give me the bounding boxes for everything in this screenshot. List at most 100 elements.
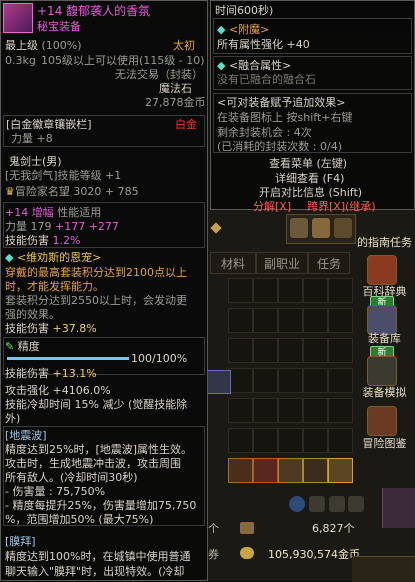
guide-quest-text[interactable]: 的指南任务 <box>357 236 412 249</box>
adventure-guide-button[interactable]: 冒险图鉴 <box>354 435 415 451</box>
skill-damage-label: 技能伤害 <box>5 234 49 247</box>
tab-quest[interactable]: 任务 <box>308 252 350 274</box>
grace-damage-label: 技能伤害 <box>5 322 49 335</box>
quake-line-6: %，范围增加50% (最大75%) <box>5 513 154 526</box>
inventory-slot[interactable] <box>228 368 253 393</box>
inventory-slot[interactable] <box>303 278 328 303</box>
sword-item-icon[interactable] <box>328 458 353 483</box>
grace-line-3: 套装积分达到2550以上时，会发动更 <box>5 294 187 307</box>
enchant-title: ◆ <附魔> <box>217 23 269 36</box>
inventory-slot[interactable] <box>278 398 303 423</box>
attack-value: +4106.0% <box>52 384 111 397</box>
equipment-simulator-button[interactable]: 装备模拟 <box>354 384 415 400</box>
inventory-slot[interactable] <box>328 428 353 453</box>
seal-hint: 在装备图标上 按shift+右键 <box>217 111 353 124</box>
inventory-slot[interactable] <box>228 428 253 453</box>
shout-line-1: 精度达到100%时，在城镇中使用普通 <box>5 550 191 563</box>
equip-slot-icon[interactable] <box>290 218 308 238</box>
filter-icon[interactable] <box>329 496 345 512</box>
precision-label: ✎ 精度 <box>5 340 40 353</box>
encyclopedia-icon[interactable] <box>367 255 397 285</box>
level-label-text: 最上级 <box>5 39 38 52</box>
fusion-title-text: <融合属性> <box>228 59 292 72</box>
attack-label: 攻击强化 <box>5 384 49 397</box>
fame-icon: ♛ <box>5 185 15 198</box>
skill-damage2-value: +13.1% <box>52 367 97 380</box>
sort-icon[interactable] <box>309 496 325 512</box>
bottom-hotbar <box>352 556 415 582</box>
tab-sub-job[interactable]: 副职业 <box>256 252 308 274</box>
equip-slot-icon[interactable] <box>312 218 330 238</box>
inventory-slot[interactable] <box>328 308 353 333</box>
settings-icon[interactable] <box>348 496 364 512</box>
equipment-simulator-icon[interactable] <box>367 356 397 386</box>
seal-title: <可对装备赋予追加效果> <box>217 96 346 109</box>
avatar-portrait[interactable] <box>382 488 415 528</box>
inventory-slot[interactable] <box>278 368 303 393</box>
detail-view-hint: 详细查看 (F4) <box>275 172 345 185</box>
sword-item-icon[interactable] <box>207 370 231 394</box>
inventory-slot[interactable] <box>328 368 353 393</box>
inventory-slot[interactable] <box>328 338 353 363</box>
inventory-slot[interactable] <box>303 308 328 333</box>
item-tooltip: +14 馥郁袭人的香氛 秘宝装备 最上级 (100%) 太初 0.3kg 105… <box>0 0 208 581</box>
inventory-slot[interactable] <box>303 398 328 423</box>
item-count: 6,827个 <box>312 522 355 535</box>
fame-text: 冒险家名望 3020 + 785 <box>14 185 139 198</box>
inventory-slot[interactable] <box>328 278 353 303</box>
adventure-guide-icon[interactable] <box>367 406 397 436</box>
equipment-library-button[interactable]: 装备库 <box>354 330 415 346</box>
tab-materials[interactable]: 材料 <box>210 252 256 274</box>
inventory-slot[interactable] <box>328 398 353 423</box>
inventory-slot[interactable] <box>253 368 278 393</box>
sword-item-icon[interactable] <box>303 458 328 483</box>
inventory-slot[interactable] <box>228 308 253 333</box>
disassemble-hint: 分解[X] <box>253 200 292 213</box>
strength-label: 力量 <box>5 220 27 233</box>
equip-slot-icon[interactable] <box>334 218 352 238</box>
inventory-slot[interactable] <box>253 338 278 363</box>
trade-status: 无法交易（封装） <box>115 68 203 81</box>
sword-item-icon[interactable] <box>278 458 303 483</box>
inventory-slot[interactable] <box>253 308 278 333</box>
inventory-slot[interactable] <box>278 428 303 453</box>
level-requirement: 105级以上可以使用(115级 - 10) <box>41 54 205 67</box>
precision-value: 100/100% <box>131 352 188 365</box>
precision-label-text: 精度 <box>17 340 40 353</box>
inventory-slot[interactable] <box>278 278 303 303</box>
strength-bonus-b: +277 <box>88 220 119 233</box>
strength-value: 179 <box>30 220 52 233</box>
inventory-slot[interactable] <box>253 278 278 303</box>
diamond-icon: ◆ <box>217 23 226 36</box>
inventory-slot[interactable] <box>303 368 328 393</box>
inventory-slot[interactable] <box>228 398 253 423</box>
shout-title: [膜拜] <box>5 535 36 548</box>
inventory-slot[interactable] <box>228 338 253 363</box>
inventory-slot[interactable] <box>303 338 328 363</box>
weight: 0.3kg <box>5 54 36 67</box>
sword-item-icon[interactable] <box>253 458 278 483</box>
inventory-slot[interactable] <box>278 338 303 363</box>
diamond-icon: ◆ <box>217 59 226 72</box>
enhance-type: 魔法石 <box>159 82 192 95</box>
cooldown-line-2: 外) <box>5 412 21 425</box>
grace-line-2: 时，才能发挥能力。 <box>5 280 104 293</box>
item-icon <box>3 3 33 33</box>
inventory-slot[interactable] <box>253 398 278 423</box>
quake-title: [地震波] <box>5 429 47 442</box>
search-icon[interactable] <box>289 496 305 512</box>
inventory-slot[interactable] <box>303 428 328 453</box>
view-menu-hint: 查看菜单 (左键) <box>269 157 348 170</box>
gold-prefix: 券 <box>208 548 219 561</box>
sword-item-icon[interactable] <box>228 458 253 483</box>
pencil-icon: ✎ <box>5 340 15 353</box>
inventory-slot[interactable] <box>253 428 278 453</box>
gold-coin-icon <box>240 547 254 559</box>
inventory-slot[interactable] <box>278 308 303 333</box>
fame-line: ♛冒险家名望 3020 + 785 <box>5 185 139 198</box>
inventory-slot[interactable] <box>228 278 253 303</box>
precision-bar-track <box>7 357 129 360</box>
amplify-level: +14 增幅 <box>5 206 54 219</box>
attack-line: 攻击强化 +4106.0% <box>5 384 111 397</box>
compare-hint: 开启对比信息 (Shift) <box>259 186 363 199</box>
